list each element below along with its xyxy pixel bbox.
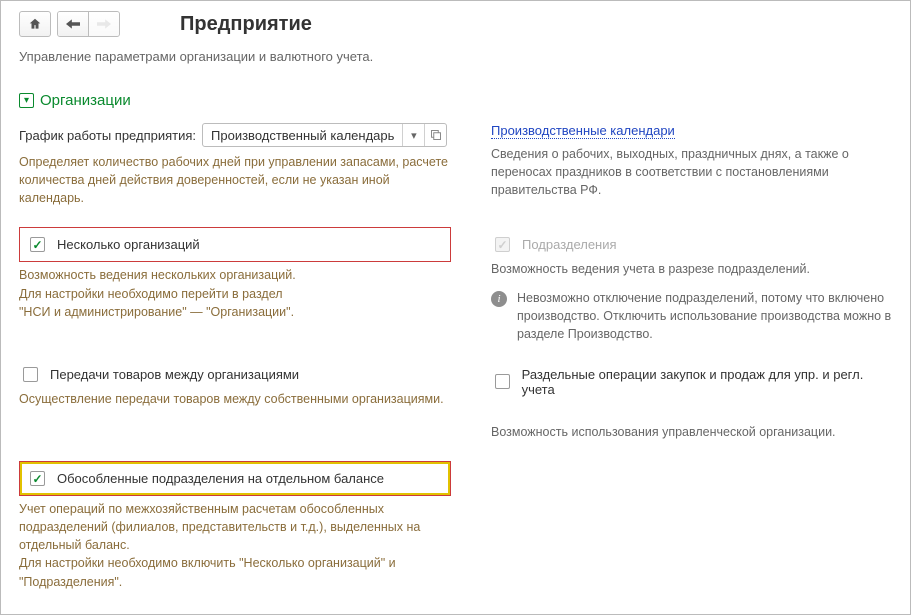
- divisions-checkbox: [495, 237, 510, 252]
- forward-button: [89, 12, 119, 36]
- standalone-row: Обособленные подразделения на отдельном …: [19, 461, 451, 496]
- split-ops-checkbox[interactable]: [495, 374, 510, 389]
- schedule-select[interactable]: Производственный календарь ▾: [202, 123, 447, 147]
- section-title: Организации: [40, 92, 131, 109]
- arrow-right-icon: [97, 19, 111, 29]
- divisions-row: Подразделения: [491, 227, 892, 256]
- dropdown-button[interactable]: ▾: [402, 124, 424, 146]
- transfers-label: Передачи товаров между организациями: [50, 367, 299, 382]
- calendars-link[interactable]: Производственные календари: [491, 123, 675, 139]
- home-button[interactable]: [19, 11, 51, 37]
- divisions-label: Подразделения: [522, 237, 617, 252]
- multi-org-row: Несколько организаций: [19, 227, 451, 262]
- info-icon: i: [491, 291, 507, 307]
- toolbar: Предприятие: [19, 11, 892, 37]
- divisions-info-row: i Невозможно отключение подразделений, п…: [491, 289, 892, 343]
- split-ops-row: Раздельные операции закупок и продаж для…: [491, 363, 892, 401]
- schedule-value: Производственный календарь: [203, 128, 402, 143]
- transfers-hint: Осуществление передачи товаров между соб…: [19, 390, 451, 408]
- schedule-hint-right: Сведения о рабочих, выходных, праздничны…: [491, 145, 892, 199]
- standalone-label: Обособленные подразделения на отдельном …: [57, 471, 384, 486]
- page-subtitle: Управление параметрами организации и вал…: [19, 49, 892, 64]
- schedule-hint-left: Определяет количество рабочих дней при у…: [19, 153, 451, 207]
- nav-group: [57, 11, 120, 37]
- split-ops-label: Раздельные операции закупок и продаж для…: [522, 367, 888, 397]
- transfers-row: Передачи товаров между организациями: [19, 363, 451, 386]
- split-ops-hint: Возможность использования управленческой…: [491, 423, 892, 441]
- divisions-info-text: Невозможно отключение подразделений, пот…: [517, 289, 892, 343]
- divisions-hint: Возможность ведения учета в разрезе подр…: [491, 260, 892, 278]
- standalone-hint: Учет операций по межхозяйственным расчет…: [19, 500, 451, 591]
- open-dialog-button[interactable]: [424, 124, 446, 146]
- back-button[interactable]: [58, 12, 89, 36]
- standalone-checkbox[interactable]: [30, 471, 45, 486]
- multi-org-hint: Возможность ведения нескольких организац…: [19, 266, 451, 320]
- multi-org-checkbox[interactable]: [30, 237, 45, 252]
- transfers-checkbox[interactable]: [23, 367, 38, 382]
- home-icon: [28, 17, 42, 31]
- arrow-left-icon: [66, 19, 80, 29]
- page-title: Предприятие: [180, 13, 312, 36]
- section-header: ▾ Организации: [19, 92, 892, 109]
- schedule-label: График работы предприятия:: [19, 128, 196, 143]
- collapse-button[interactable]: ▾: [19, 93, 34, 108]
- open-external-icon: [430, 129, 442, 141]
- multi-org-label: Несколько организаций: [57, 237, 200, 252]
